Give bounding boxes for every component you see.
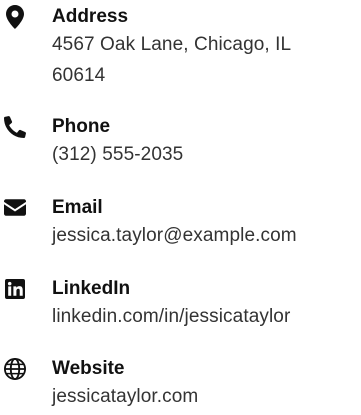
contact-item-email: Email jessica.taylor@example.com: [0, 195, 361, 251]
website-text: Website jessicataylor.com: [52, 356, 198, 412]
website-label: Website: [52, 358, 125, 379]
linkedin-label: LinkedIn: [52, 278, 131, 299]
linkedin-link[interactable]: linkedin.com/in/jessicataylor: [52, 306, 290, 327]
address-label: Address: [52, 6, 129, 27]
contact-info-list: Address 4567 Oak Lane, Chicago, IL 60614…: [0, 0, 361, 415]
email-text: Email jessica.taylor@example.com: [52, 195, 297, 251]
linkedin-text: LinkedIn linkedin.com/in/jessicataylor: [52, 276, 290, 332]
map-pin-icon: [0, 4, 30, 29]
linkedin-icon: [0, 276, 30, 299]
email-label: Email: [52, 197, 103, 218]
contact-item-website: Website jessicataylor.com: [0, 356, 361, 412]
contact-item-phone: Phone (312) 555-2035: [0, 114, 361, 170]
email-link[interactable]: jessica.taylor@example.com: [52, 225, 297, 246]
address-line-1: 4567 Oak Lane, Chicago, IL: [52, 34, 292, 55]
contact-item-linkedin: LinkedIn linkedin.com/in/jessicataylor: [0, 276, 361, 332]
globe-icon: [0, 356, 30, 380]
envelope-icon: [0, 195, 30, 216]
contact-item-address: Address 4567 Oak Lane, Chicago, IL 60614: [0, 4, 361, 91]
address-line-2: 60614: [52, 65, 106, 86]
phone-icon: [0, 114, 30, 138]
address-text: Address 4567 Oak Lane, Chicago, IL 60614: [52, 4, 291, 91]
phone-link[interactable]: (312) 555-2035: [52, 144, 183, 165]
phone-text: Phone (312) 555-2035: [52, 114, 183, 170]
phone-label: Phone: [52, 116, 111, 137]
website-link[interactable]: jessicataylor.com: [52, 386, 198, 407]
